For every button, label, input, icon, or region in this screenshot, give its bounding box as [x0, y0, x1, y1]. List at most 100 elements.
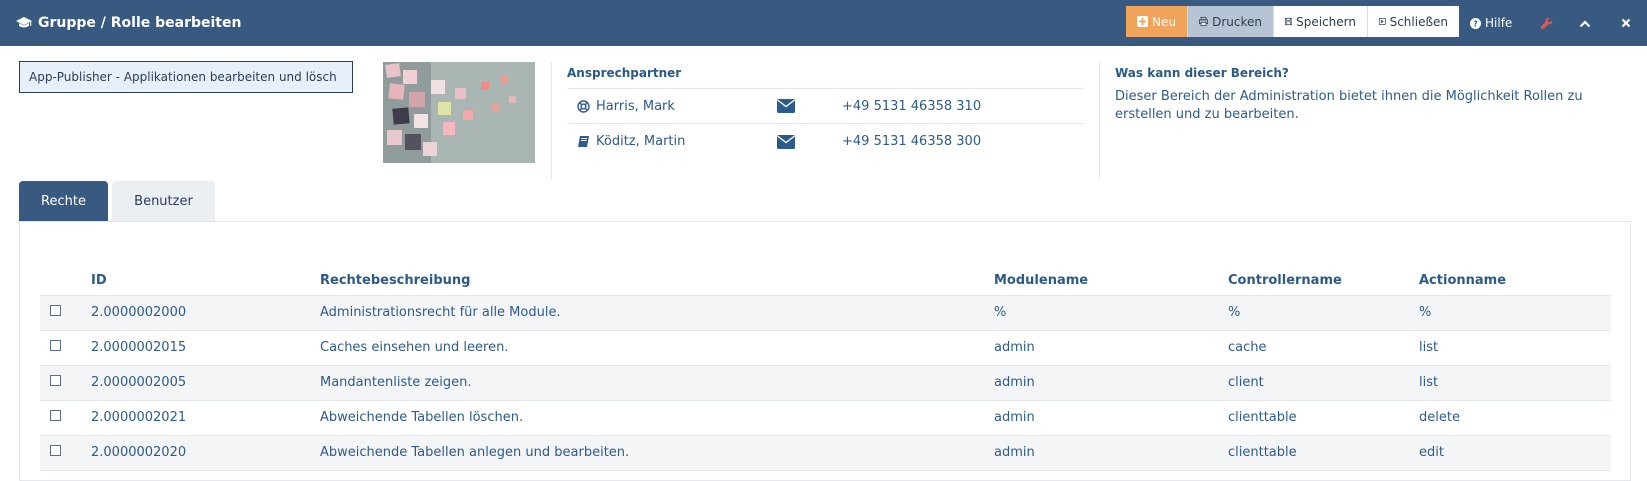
cell-module: admin [994, 330, 1228, 366]
envelope-icon [777, 134, 795, 149]
cell-id: 2.0000002000 [91, 295, 320, 331]
contacts-heading: Ansprechpartner [567, 66, 1084, 89]
new-button[interactable]: Neu [1126, 6, 1188, 37]
row-select [40, 400, 91, 436]
contacts-panel: Ansprechpartner Harris, Mark +49 5131 46… [551, 62, 1084, 180]
table-row[interactable]: 2.0000002015 Caches einsehen und leeren.… [40, 330, 1611, 366]
cell-module: admin [994, 365, 1228, 401]
info-text: Dieser Bereich der Administration bietet… [1115, 89, 1583, 122]
column-header-description[interactable]: Rechtebeschreibung [320, 267, 994, 296]
row-checkbox[interactable] [50, 410, 61, 421]
cell-action: list [1419, 330, 1611, 366]
column-header-id[interactable]: ID [91, 267, 320, 296]
header-tools: ? Hilfe [1460, 0, 1631, 46]
column-header-module[interactable]: Modulename [994, 267, 1228, 296]
column-header-action[interactable]: Actionname [1419, 267, 1611, 296]
group-name-field[interactable] [19, 61, 353, 93]
cell-action: edit [1419, 435, 1611, 471]
collapse-button[interactable] [1579, 19, 1591, 28]
cell-action: list [1419, 365, 1611, 401]
cell-description: Abweichende Tabellen löschen. [320, 400, 994, 436]
envelope-icon [777, 99, 795, 113]
cell-action: % [1419, 295, 1611, 331]
row-checkbox[interactable] [50, 375, 61, 386]
table-row[interactable]: 2.0000002021 Abweichende Tabellen lösche… [40, 400, 1611, 436]
cell-id: 2.0000002020 [91, 435, 320, 471]
contact-name-text: Harris, Mark [596, 98, 675, 114]
cell-description: Administrationsrecht für alle Module. [320, 295, 994, 331]
cell-id: 2.0000002021 [91, 400, 320, 436]
toolbar: Neu Drucken Speichern Schließen [1126, 6, 1459, 37]
header-bar: Gruppe / Rolle bearbeiten Neu Drucken Sp… [0, 0, 1647, 46]
cell-module: admin [994, 400, 1228, 436]
cell-action: delete [1419, 400, 1611, 436]
select-column-header [40, 267, 91, 296]
mail-button[interactable] [777, 134, 842, 149]
lifebuoy-icon [577, 99, 590, 113]
cell-id: 2.0000002005 [91, 365, 320, 401]
cell-module: admin [994, 435, 1228, 471]
close-window-button[interactable] [1621, 18, 1631, 28]
contact-phone[interactable]: +49 5131 46358 300 [842, 134, 981, 149]
info-panel: Was kann dieser Bereich? Dieser Bereich … [1099, 62, 1629, 180]
settings-button[interactable] [1540, 17, 1553, 30]
book-icon [578, 136, 589, 147]
print-button[interactable]: Drucken [1188, 6, 1274, 37]
tab-bar: Rechte Benutzer [19, 181, 215, 221]
row-checkbox[interactable] [50, 340, 61, 351]
plus-square-icon [1137, 16, 1148, 27]
close-square-icon [1379, 18, 1386, 25]
cell-description: Caches einsehen und leeren. [320, 330, 994, 366]
contact-name[interactable]: Köditz, Martin [567, 134, 777, 149]
rights-table: ID Rechtebeschreibung Modulename Control… [40, 267, 1611, 471]
tab-benutzer[interactable]: Benutzer [112, 181, 215, 221]
cell-controller: % [1228, 295, 1419, 331]
contact-row: Harris, Mark +49 5131 46358 310 [567, 89, 1084, 124]
row-checkbox[interactable] [50, 305, 61, 316]
section-image [383, 62, 535, 163]
close-form-button-label: Schließen [1389, 14, 1448, 29]
sticky-notes-image [383, 62, 535, 163]
contact-name[interactable]: Harris, Mark [567, 99, 777, 114]
graduation-cap-icon [16, 17, 32, 28]
cell-controller: clienttable [1228, 435, 1419, 471]
row-select [40, 295, 91, 331]
close-icon [1622, 18, 1631, 28]
help-button[interactable]: ? Hilfe [1470, 16, 1512, 30]
floppy-disk-icon [1285, 17, 1293, 26]
cell-controller: cache [1228, 330, 1419, 366]
help-button-label: Hilfe [1485, 16, 1513, 30]
contact-phone[interactable]: +49 5131 46358 310 [842, 99, 981, 114]
column-header-controller[interactable]: Controllername [1228, 267, 1419, 296]
contact-name-text: Köditz, Martin [596, 134, 686, 149]
cell-id: 2.0000002015 [91, 330, 320, 366]
row-select [40, 330, 91, 366]
cell-controller: clienttable [1228, 400, 1419, 436]
table-row[interactable]: 2.0000002005 Mandantenliste zeigen. admi… [40, 365, 1611, 401]
window-title: Gruppe / Rolle bearbeiten [0, 15, 241, 31]
mail-button[interactable] [777, 99, 842, 113]
rights-panel: ID Rechtebeschreibung Modulename Control… [19, 221, 1631, 481]
cell-description: Abweichende Tabellen anlegen und bearbei… [320, 435, 994, 471]
close-form-button[interactable]: Schließen [1368, 6, 1459, 37]
table-row[interactable]: 2.0000002020 Abweichende Tabellen anlege… [40, 435, 1611, 471]
new-button-label: Neu [1152, 14, 1176, 29]
svg-text:?: ? [1473, 19, 1478, 28]
contact-row: Köditz, Martin +49 5131 46358 300 [567, 124, 1084, 159]
print-button-label: Drucken [1212, 14, 1262, 29]
chevron-up-icon [1580, 19, 1591, 27]
wrench-icon [1541, 17, 1553, 29]
row-select [40, 365, 91, 401]
cell-controller: client [1228, 365, 1419, 401]
save-button-label: Speichern [1296, 14, 1356, 29]
cell-module: % [994, 295, 1228, 331]
row-checkbox[interactable] [50, 445, 61, 456]
info-heading: Was kann dieser Bereich? [1115, 66, 1289, 80]
tab-rechte[interactable]: Rechte [19, 181, 108, 221]
save-button[interactable]: Speichern [1274, 6, 1368, 37]
table-row[interactable]: 2.0000002000 Administrationsrecht für al… [40, 295, 1611, 331]
table-header-row: ID Rechtebeschreibung Modulename Control… [40, 267, 1611, 296]
cell-description: Mandantenliste zeigen. [320, 365, 994, 401]
row-select [40, 435, 91, 471]
window-title-text: Gruppe / Rolle bearbeiten [38, 15, 242, 31]
